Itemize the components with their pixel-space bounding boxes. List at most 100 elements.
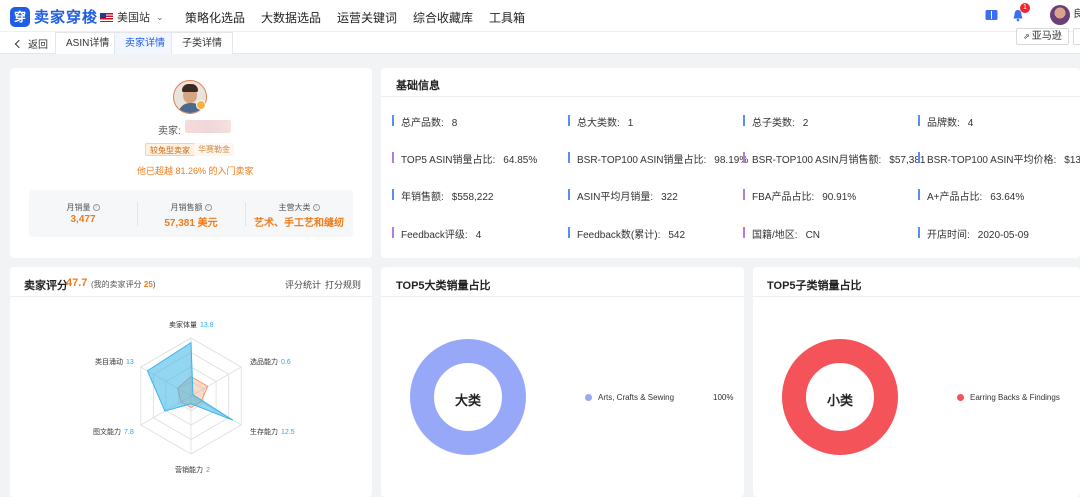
us-flag-icon xyxy=(100,12,113,22)
radar-label: 生存能力 12.5 xyxy=(250,429,295,436)
info-value: 1 xyxy=(627,118,634,129)
info-item: ASIN平均月销量: 322 xyxy=(568,188,678,203)
info-label: Feedback评级: xyxy=(401,230,468,241)
seller-stats: 月销量 i 3,477 月销售额 i 57,381 美元 主营大类 i 艺术、手工艺和… xyxy=(29,190,353,237)
score-stats-link[interactable]: 评分统计 xyxy=(285,278,321,291)
nav-toolbox[interactable]: 工具箱 xyxy=(489,9,525,26)
notification-badge: 1 xyxy=(1020,3,1030,13)
info-item: A+产品占比: 63.64% xyxy=(918,188,1024,203)
score-value: 47.7 xyxy=(66,277,88,289)
seller-tag: 较兔型卖家 xyxy=(145,143,195,156)
seller-tag: 华赛勒金 xyxy=(194,143,234,156)
amazon-label: 亚马逊 xyxy=(1031,31,1062,42)
nav-big-data-selection[interactable]: 大数据选品 xyxy=(261,9,321,26)
app-logo[interactable]: 穿 卖家穿梭 xyxy=(10,6,98,27)
info-label: 年销售额: xyxy=(401,192,444,203)
divider xyxy=(381,96,1080,97)
info-label: A+产品占比: xyxy=(927,192,983,203)
info-label: BSR-TOP100 ASIN月销售额: xyxy=(752,155,882,166)
info-label: 开店时间: xyxy=(927,230,970,241)
stat-main-category: 主营大类 i 艺术、手工艺和缝纫 xyxy=(245,190,353,237)
donut-center-label: 小类 xyxy=(827,393,854,408)
legend-dot xyxy=(585,394,592,401)
info-value: 4 xyxy=(967,118,974,129)
radar-label: 选品能力 0.6 xyxy=(250,359,291,366)
site-selector[interactable]: 美国站 ⌄ xyxy=(100,9,164,25)
user-name[interactable]: 良 xyxy=(1073,5,1080,20)
seller-name-label: 卖家: xyxy=(158,126,181,137)
stat-label: 月销量 i xyxy=(29,202,137,213)
top-navbar: 穿 卖家穿梭 美国站 ⌄ 策略化选品 大数据选品 运营关键词 综合收藏库 工具箱… xyxy=(0,0,1080,32)
info-icon[interactable]: i xyxy=(92,204,100,212)
user-avatar[interactable] xyxy=(1050,5,1070,25)
info-item: 总大类数: 1 xyxy=(568,114,633,129)
info-item: Feedback评级: 4 xyxy=(392,226,481,241)
legend-label[interactable]: Arts, Crafts & Sewing xyxy=(598,393,674,402)
info-value: 322 xyxy=(661,192,678,203)
tab-seller-detail[interactable]: 卖家详情 xyxy=(114,32,176,54)
logo-text: 卖家穿梭 xyxy=(34,9,99,26)
stat-monthly-sales: 月销量 i 3,477 xyxy=(29,190,137,237)
info-item: BSR-TOP100 ASIN销量占比: 98.19% xyxy=(568,151,748,166)
seller-name-redacted xyxy=(185,120,231,133)
info-value: 2 xyxy=(802,118,809,129)
nav-operation-keywords[interactable]: 运营关键词 xyxy=(337,9,397,26)
stat-label: 月销售额 i xyxy=(137,202,245,213)
nav-strategy-selection[interactable]: 策略化选品 xyxy=(185,9,245,26)
basic-info-title: 基础信息 xyxy=(396,80,440,92)
info-item: 开店时间: 2020-05-09 xyxy=(918,226,1029,241)
detail-tab-bar: 返回 ASIN详情 卖家详情 子类详情 xyxy=(0,32,1080,54)
seller-score-card xyxy=(10,267,372,497)
chevron-left-icon xyxy=(14,39,24,48)
info-label: 国籍/地区: xyxy=(752,230,798,241)
book-icon[interactable] xyxy=(983,7,999,23)
extra-button[interactable] xyxy=(1073,28,1080,45)
info-label: 总产品数: xyxy=(401,118,444,129)
info-item: 国籍/地区: CN xyxy=(743,226,820,241)
info-label: BSR-TOP100 ASIN销量占比: xyxy=(577,155,707,166)
stat-monthly-revenue: 月销售额 i 57,381 美元 xyxy=(137,190,245,237)
back-button[interactable]: 返回 xyxy=(14,36,48,51)
stat-value: 57,381 美元 xyxy=(164,218,218,229)
legend-dot xyxy=(957,394,964,401)
info-icon[interactable]: i xyxy=(204,204,212,212)
info-value: 64.85% xyxy=(503,155,538,166)
info-label: BSR-TOP100 ASIN平均价格: xyxy=(927,155,1057,166)
crown-icon xyxy=(196,100,206,110)
tab-subcategory-detail[interactable]: 子类详情 xyxy=(171,32,233,54)
info-icon[interactable]: i xyxy=(312,204,320,212)
info-value: 63.64% xyxy=(990,192,1025,203)
site-label: 美国站 xyxy=(117,12,150,24)
logo-icon: 穿 xyxy=(10,6,30,27)
tab-asin-detail[interactable]: ASIN详情 xyxy=(55,32,121,54)
info-value: 542 xyxy=(668,230,686,241)
nav-favorites[interactable]: 综合收藏库 xyxy=(413,9,473,26)
info-item: 总产品数: 8 xyxy=(392,114,457,129)
legend-label[interactable]: Earring Backs & Findings xyxy=(970,393,1060,402)
info-item: 品牌数: 4 xyxy=(918,114,973,129)
radar-label: 图文能力 7.8 xyxy=(93,429,134,436)
amazon-link-button[interactable]: ⇗ 亚马逊 xyxy=(1016,28,1069,45)
back-label: 返回 xyxy=(28,40,48,51)
radar-label: 卖家体量 13.8 xyxy=(169,322,214,329)
legend-value: 100% xyxy=(713,393,734,402)
radar-label: 营销能力 2 xyxy=(175,467,210,474)
info-value: $558,222 xyxy=(451,192,494,203)
chevron-down-icon: ⌄ xyxy=(156,11,164,22)
seller-rank-text: 他已超越 81.26% 的入门卖家 xyxy=(137,166,254,176)
info-value: $13.89 xyxy=(1064,155,1080,166)
info-item: 年销售额: $558,222 xyxy=(392,188,494,203)
divider xyxy=(10,296,372,297)
stat-value: 3,477 xyxy=(70,214,96,225)
info-label: TOP5 ASIN销量占比: xyxy=(401,155,496,166)
info-item: Feedback数(累计): 542 xyxy=(568,226,685,241)
donut-center-label: 大类 xyxy=(455,393,482,408)
info-label: ASIN平均月销量: xyxy=(577,192,654,203)
top5-subcategory-title: TOP5子类销量占比 xyxy=(767,280,862,292)
info-label: FBA产品占比: xyxy=(752,192,815,203)
info-item: 总子类数: 2 xyxy=(743,114,808,129)
info-value: 4 xyxy=(475,230,482,241)
info-label: 总子类数: xyxy=(752,118,795,129)
info-label: 总大类数: xyxy=(577,118,620,129)
score-rules-link[interactable]: 打分规则 xyxy=(325,278,361,291)
